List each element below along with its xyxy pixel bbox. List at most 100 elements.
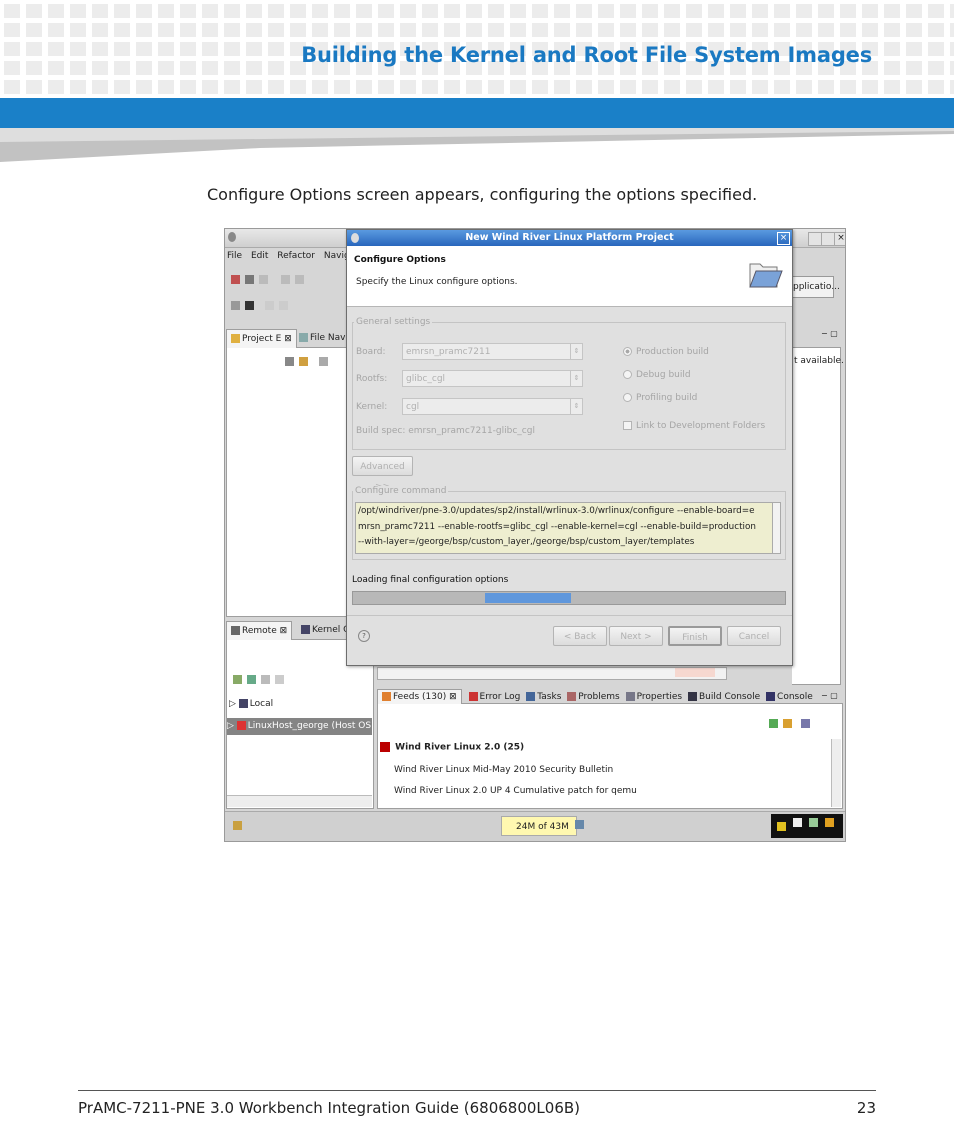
board-select[interactable]: emrsn_pramc7211 ⇕	[402, 343, 583, 360]
nav-back-icon[interactable]	[264, 301, 274, 310]
link-icon[interactable]	[298, 357, 308, 366]
checkbox-label: Link to Development Folders	[636, 421, 766, 431]
configure-command-text[interactable]: /opt/windriver/pne-3.0/updates/sp2/insta…	[355, 502, 773, 554]
fast-view-icon[interactable]	[233, 821, 244, 831]
view-menu-icon[interactable]: − ▢	[821, 329, 838, 338]
help-icon[interactable]: ?	[358, 630, 370, 642]
target-icon[interactable]	[244, 301, 254, 310]
rootfs-value: glibc_cgl	[406, 374, 446, 384]
feeds-scrollbar[interactable]	[831, 739, 841, 807]
tab-console[interactable]: Console	[766, 692, 813, 702]
outline-view-fragment	[792, 347, 841, 685]
feed-item[interactable]: Wind River Linux 2.0 UP 4 Cumulative pat…	[394, 786, 637, 796]
radio-production-build[interactable]: Production build	[623, 347, 709, 357]
menu-edit[interactable]: Edit	[251, 251, 268, 261]
tab-label: Console	[777, 692, 813, 702]
radio-label: Debug build	[636, 370, 691, 380]
board-value: emrsn_pramc7211	[406, 347, 491, 357]
tab-label: Tasks	[537, 692, 562, 702]
cancel-button[interactable]: Cancel	[727, 626, 781, 646]
save-icon[interactable]	[258, 275, 268, 284]
advanced-button[interactable]: Advanced >>	[352, 456, 413, 492]
kernel-select[interactable]: cgl ⇕	[402, 398, 583, 415]
page-header-title: Building the Kernel and Root File System…	[301, 43, 872, 67]
tab-kernel[interactable]: Kernel O	[301, 625, 350, 635]
fast-view-glyph	[233, 821, 242, 830]
general-settings-label: General settings	[354, 317, 433, 327]
radio-profiling-build[interactable]: Profiling build	[623, 393, 697, 403]
step-icon[interactable]	[231, 301, 240, 310]
minimize-icon[interactable]	[808, 232, 822, 246]
garbage-collect-icon[interactable]	[575, 820, 586, 830]
menu-file[interactable]: File	[227, 251, 242, 261]
configure-command-label: Configure command	[353, 486, 449, 496]
disconnect-icon[interactable]	[260, 675, 270, 684]
app-icon	[228, 232, 236, 242]
tree-item-linuxhost[interactable]: ▷ LinuxHost_george (Host OS (Na	[227, 718, 372, 735]
tab-properties[interactable]: Properties	[625, 692, 682, 702]
header-band	[0, 98, 954, 128]
horizontal-scrollbar[interactable]	[227, 795, 372, 807]
tab-build-console[interactable]: Build Console	[687, 692, 760, 702]
filter-feed-icon[interactable]	[782, 719, 792, 728]
nav-forward-icon[interactable]	[278, 301, 288, 310]
scroll-thumb[interactable]	[675, 668, 715, 677]
tab-remote[interactable]: Remote ⊠	[226, 621, 293, 640]
refresh-feed-icon[interactable]	[769, 719, 778, 728]
tab-file-navigator[interactable]: File Navi	[299, 333, 348, 343]
open-perspective-button[interactable]: pplicatio...	[790, 276, 840, 298]
tray-icon-2[interactable]	[792, 818, 802, 827]
progress-bar	[352, 591, 786, 605]
tab-feeds[interactable]: Feeds (130) ⊠	[377, 689, 462, 704]
heap-status: 24M of 43M	[501, 816, 577, 836]
maximize-icon[interactable]	[821, 232, 835, 246]
link-development-folders-checkbox[interactable]: Link to Development Folders	[623, 421, 765, 431]
tray-icon-4[interactable]	[824, 818, 834, 827]
tree-item-local[interactable]: ▷ Local	[229, 699, 273, 709]
tab-project-explorer[interactable]: Project E ⊠	[226, 329, 297, 348]
dialog-close-icon[interactable]: ×	[777, 232, 790, 245]
tray-icon-1[interactable]	[777, 822, 786, 831]
filter-icon[interactable]	[318, 357, 328, 366]
rootfs-select[interactable]: glibc_cgl ⇕	[402, 370, 583, 387]
feed-group-title: Wind River Linux 2.0 (25)	[395, 742, 525, 753]
windriver-logo-icon	[380, 742, 390, 752]
command-scrollbar[interactable]	[772, 502, 781, 554]
tray-icon-3[interactable]	[808, 818, 818, 827]
build-icon[interactable]	[280, 275, 290, 284]
dialog-subheading: Specify the Linux configure options.	[356, 277, 518, 287]
menu-refactor[interactable]: Refactor	[277, 251, 315, 261]
feeds-view-menu-icon[interactable]: − ▢	[821, 691, 838, 700]
tab-problems[interactable]: Problems	[567, 692, 620, 702]
connect-icon[interactable]	[246, 675, 256, 684]
configure-options-dialog: New Wind River Linux Platform Project × …	[346, 229, 793, 666]
feed-group[interactable]: Wind River Linux 2.0 (25)	[380, 742, 524, 753]
tab-label: Feeds (130)	[393, 692, 447, 702]
refresh-icon[interactable]	[274, 675, 284, 684]
finish-button[interactable]: Finish	[668, 626, 722, 646]
tab-label: Project E	[242, 334, 282, 344]
tab-label: Problems	[578, 692, 620, 702]
tab-error-log[interactable]: Error Log	[468, 692, 520, 702]
tab-label: Kernel O	[312, 625, 351, 635]
close-icon[interactable]: ×	[834, 232, 845, 246]
tab-tasks[interactable]: Tasks	[526, 692, 561, 702]
build-spec: Build spec: emrsn_pramc7211-glibc_cgl	[356, 426, 535, 436]
define-connection-icon[interactable]	[233, 675, 242, 684]
bottom-tab-bar: Feeds (130) ⊠ Error Log Tasks Problems P…	[377, 689, 813, 704]
new-icon[interactable]	[231, 275, 240, 284]
computer-icon	[238, 699, 248, 708]
tab-label: File Navi	[310, 333, 348, 343]
collapse-icon[interactable]	[285, 357, 294, 366]
board-label: Board:	[356, 347, 386, 357]
next-button[interactable]: Next >	[609, 626, 663, 646]
debug-icon[interactable]	[294, 275, 304, 284]
radio-debug-build[interactable]: Debug build	[623, 370, 691, 380]
feed-item[interactable]: Wind River Linux Mid-May 2010 Security B…	[394, 765, 613, 775]
remote-toolbar	[233, 675, 286, 685]
back-button[interactable]: < Back	[553, 626, 607, 646]
menu-feed-icon[interactable]	[800, 719, 810, 728]
footer-page-number: 23	[856, 1099, 876, 1117]
open-icon[interactable]	[244, 275, 254, 284]
status-message: Loading final configuration options	[352, 575, 509, 585]
